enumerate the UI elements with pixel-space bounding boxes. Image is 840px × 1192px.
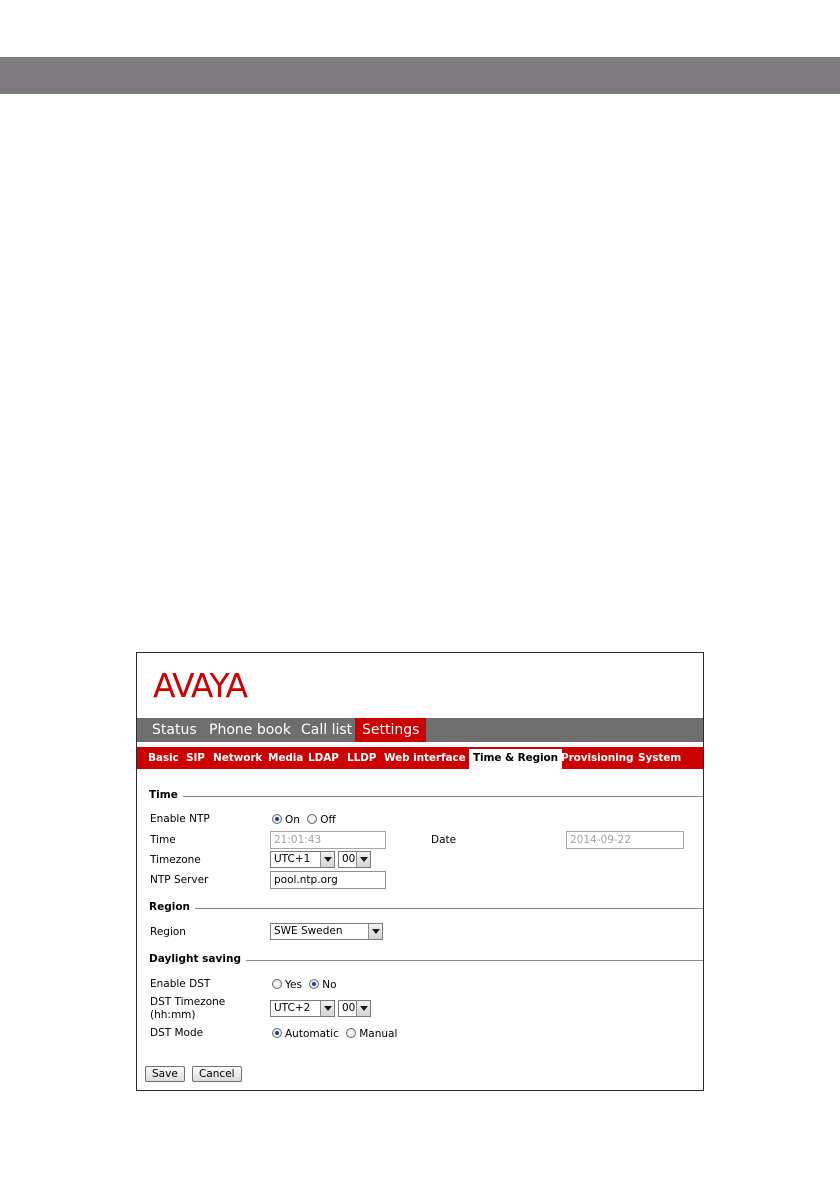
enable-dst-label: Enable DST	[150, 978, 211, 990]
tab-settings[interactable]: Settings	[355, 718, 427, 742]
subtab-basic[interactable]: Basic	[148, 747, 179, 769]
date-label: Date	[431, 834, 457, 846]
section-title: Time	[149, 789, 183, 801]
tab-status[interactable]: Status	[152, 718, 197, 742]
dst-yes-radio[interactable]	[272, 979, 282, 989]
dst-timezone-format-label: (hh:mm)	[150, 1009, 196, 1021]
subtab-sip[interactable]: SIP	[186, 747, 205, 769]
dst-timezone-hours-select[interactable]: UTC+2	[270, 1000, 335, 1017]
dst-no-label: No	[322, 979, 337, 991]
section-title: Region	[149, 901, 196, 913]
web-interface-screenshot: AVAYA Status Phone book Call list Settin…	[136, 652, 704, 1091]
subtab-provisioning[interactable]: Provisioning	[561, 747, 634, 769]
settings-sub-navigation: Basic SIP Network Media LDAP LLDP Web in…	[137, 747, 703, 769]
region-select[interactable]: SWE Sweden	[270, 923, 383, 940]
ntp-on-radio[interactable]	[272, 814, 282, 824]
dst-no-radio[interactable]	[309, 979, 320, 989]
date-field[interactable]: 2014-09-22	[566, 831, 684, 849]
region-label: Region	[150, 926, 186, 938]
enable-ntp-radio-group: On Off	[272, 814, 340, 827]
chevron-down-icon	[320, 852, 334, 867]
time-label: Time	[150, 834, 176, 846]
subtab-system[interactable]: System	[638, 747, 681, 769]
dst-automatic-radio[interactable]	[272, 1028, 282, 1038]
dst-automatic-label: Automatic	[285, 1028, 339, 1040]
page-header-band	[0, 57, 840, 94]
ntp-off-label: Off	[320, 814, 336, 826]
subtab-lldp[interactable]: LLDP	[347, 747, 377, 769]
time-field[interactable]: 21:01:43	[270, 831, 386, 849]
time-section-header: Time	[149, 789, 703, 803]
chevron-down-icon	[356, 1001, 370, 1016]
cancel-button[interactable]: Cancel	[192, 1066, 242, 1082]
chevron-down-icon	[356, 852, 370, 867]
svg-text:AVAYA: AVAYA	[153, 666, 249, 701]
dst-section-header: Daylight saving	[149, 953, 703, 967]
dst-timezone-minutes-select[interactable]: 00	[338, 1000, 371, 1017]
save-button[interactable]: Save	[145, 1066, 185, 1082]
tab-call-list[interactable]: Call list	[301, 718, 352, 742]
enable-dst-radio-group: Yes No	[272, 979, 341, 992]
timezone-hours-select[interactable]: UTC+1	[270, 851, 335, 868]
ntp-server-input[interactable]: pool.ntp.org	[270, 871, 386, 889]
ntp-off-radio[interactable]	[307, 814, 318, 824]
timezone-minutes-select[interactable]: 00	[338, 851, 371, 868]
ntp-server-label: NTP Server	[150, 874, 209, 886]
subtab-time-region[interactable]: Time & Region	[469, 749, 563, 769]
dst-yes-label: Yes	[285, 979, 302, 991]
dst-manual-radio[interactable]	[346, 1028, 357, 1038]
ntp-on-label: On	[285, 814, 300, 826]
avaya-logo: AVAYA	[153, 666, 250, 701]
section-title: Daylight saving	[149, 953, 246, 965]
region-section-header: Region	[149, 901, 703, 915]
chevron-down-icon	[368, 924, 382, 939]
subtab-ldap[interactable]: LDAP	[308, 747, 339, 769]
enable-ntp-label: Enable NTP	[150, 813, 210, 825]
timezone-label: Timezone	[150, 854, 201, 866]
subtab-network[interactable]: Network	[213, 747, 262, 769]
main-navigation: Status Phone book Call list Settings	[137, 718, 703, 742]
chevron-down-icon	[320, 1001, 334, 1016]
subtab-media[interactable]: Media	[268, 747, 303, 769]
tab-phone-book[interactable]: Phone book	[209, 718, 291, 742]
dst-timezone-label: DST Timezone	[150, 996, 226, 1008]
subtab-web-interface[interactable]: Web interface	[384, 747, 466, 769]
dst-manual-label: Manual	[359, 1028, 398, 1040]
dst-mode-label: DST Mode	[150, 1027, 204, 1039]
dst-mode-radio-group: Automatic Manual	[272, 1028, 401, 1041]
